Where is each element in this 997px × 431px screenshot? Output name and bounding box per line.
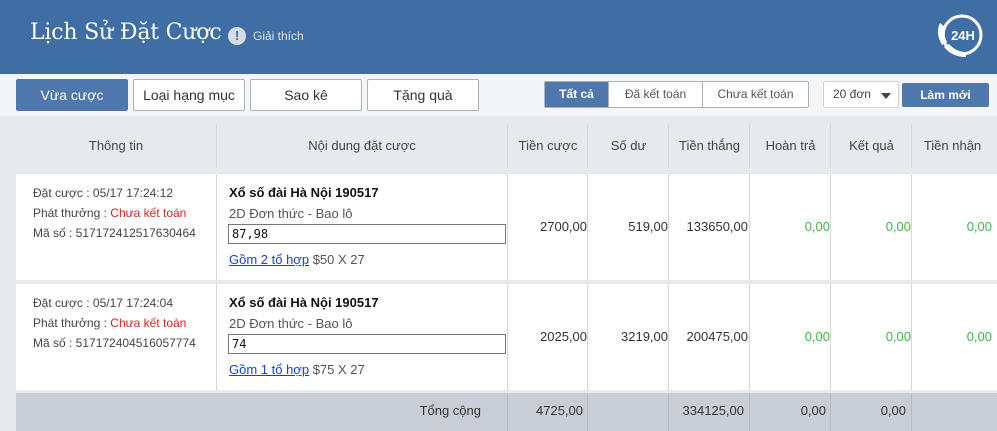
- filter-all[interactable]: Tất cả: [545, 82, 609, 107]
- total-stake: 4725,00: [536, 403, 583, 418]
- payout-status-line: Phát thưởng : Chưa kết toán: [33, 206, 187, 220]
- result-value: 0,00: [885, 219, 911, 234]
- bet-code: Mã số : 517172404516057774: [33, 336, 196, 350]
- col-win: Tiền thắng: [679, 138, 740, 153]
- bet-type: 2D Đơn thức - Bao lô: [229, 316, 353, 331]
- col-balance: Số dư: [610, 138, 647, 153]
- tab-statement[interactable]: Sao kê: [250, 79, 362, 111]
- balance-value: 519,00: [628, 219, 668, 234]
- help-link[interactable]: Giải thích: [253, 29, 304, 43]
- result-value: 0,00: [885, 329, 911, 344]
- payout-status-line: Phát thưởng : Chưa kết toán: [33, 316, 187, 330]
- combo-link[interactable]: Gồm 1 tổ hợp: [229, 362, 309, 377]
- win-value: 133650,00: [686, 219, 748, 234]
- page-size-select[interactable]: 20 đơn: [823, 81, 899, 108]
- combo-link[interactable]: Gồm 2 tổ hợp: [229, 252, 309, 267]
- balance-value: 3219,00: [621, 329, 668, 344]
- filter-unsettled[interactable]: Chưa kết toán: [703, 82, 808, 107]
- refresh-button[interactable]: Làm mới: [902, 83, 989, 107]
- combo-info: Gồm 1 tổ hợp $75 X 27: [229, 362, 365, 377]
- bet-type: 2D Đơn thức - Bao lô: [229, 206, 353, 221]
- tab-gifts[interactable]: Tặng quà: [367, 79, 479, 111]
- col-info: Thông tin: [88, 138, 144, 153]
- total-refund: 0,00: [800, 403, 826, 418]
- support-24h-icon[interactable]: 24H: [934, 9, 986, 61]
- stake-value: 2025,00: [540, 329, 587, 344]
- received-value: 0,00: [966, 219, 992, 234]
- bet-numbers-field[interactable]: 74: [228, 334, 506, 354]
- totals-row: Tổng cộng 4725,00 334125,00 0,00 0,00: [16, 393, 997, 431]
- toolbar: Vừa cược Loại hạng mục Sao kê Tặng quà T…: [0, 74, 997, 116]
- total-win: 334125,00: [682, 403, 744, 418]
- table-row: Đặt cược : 05/17 17:24:04 Phát thưởng : …: [16, 284, 997, 390]
- filter-settled[interactable]: Đã kết toán: [609, 82, 703, 107]
- refund-value: 0,00: [804, 329, 830, 344]
- tab-recent-bets[interactable]: Vừa cược: [16, 79, 128, 111]
- tab-category[interactable]: Loại hạng mục: [133, 79, 245, 111]
- col-result: Kết quả: [849, 138, 894, 153]
- col-received: Tiền nhận: [923, 138, 982, 153]
- win-value: 200475,00: [686, 329, 748, 344]
- chevron-down-icon: [881, 93, 891, 99]
- received-value: 0,00: [966, 329, 992, 344]
- bet-code: Mã số : 517172412517630464: [33, 226, 196, 240]
- stake-value: 2700,00: [540, 219, 587, 234]
- status-badge: Chưa kết toán: [110, 206, 187, 220]
- placed-time: Đặt cược : 05/17 17:24:04: [33, 296, 173, 310]
- game-name: Xổ số đài Hà Nội 190517: [229, 295, 379, 310]
- table-row: Đặt cược : 05/17 17:24:12 Phát thưởng : …: [16, 174, 997, 280]
- page-header: Lịch Sử Đặt Cược ! Giải thích 24H: [0, 0, 997, 74]
- col-bet-content: Nội dung đặt cược: [308, 138, 416, 153]
- settlement-filter: Tất cả Đã kết toán Chưa kết toán: [544, 81, 809, 108]
- status-badge: Chưa kết toán: [110, 316, 187, 330]
- support-badge-text: 24H: [951, 28, 975, 43]
- combo-info: Gồm 2 tổ hợp $50 X 27: [229, 252, 365, 267]
- info-icon[interactable]: !: [228, 27, 246, 45]
- placed-time: Đặt cược : 05/17 17:24:12: [33, 186, 173, 200]
- total-result: 0,00: [880, 403, 906, 418]
- game-name: Xổ số đài Hà Nội 190517: [229, 185, 379, 200]
- totals-label: Tổng cộng: [419, 403, 481, 418]
- col-stake: Tiền cược: [518, 138, 578, 153]
- page-title: Lịch Sử Đặt Cược: [30, 20, 222, 45]
- table-header: Thông tin Nội dung đặt cược Tiền cược Số…: [0, 120, 997, 172]
- bet-numbers-field[interactable]: 87,98: [228, 224, 506, 244]
- refund-value: 0,00: [804, 219, 830, 234]
- col-refund: Hoàn trả: [765, 138, 816, 153]
- page-size-value: 20 đơn: [833, 87, 871, 101]
